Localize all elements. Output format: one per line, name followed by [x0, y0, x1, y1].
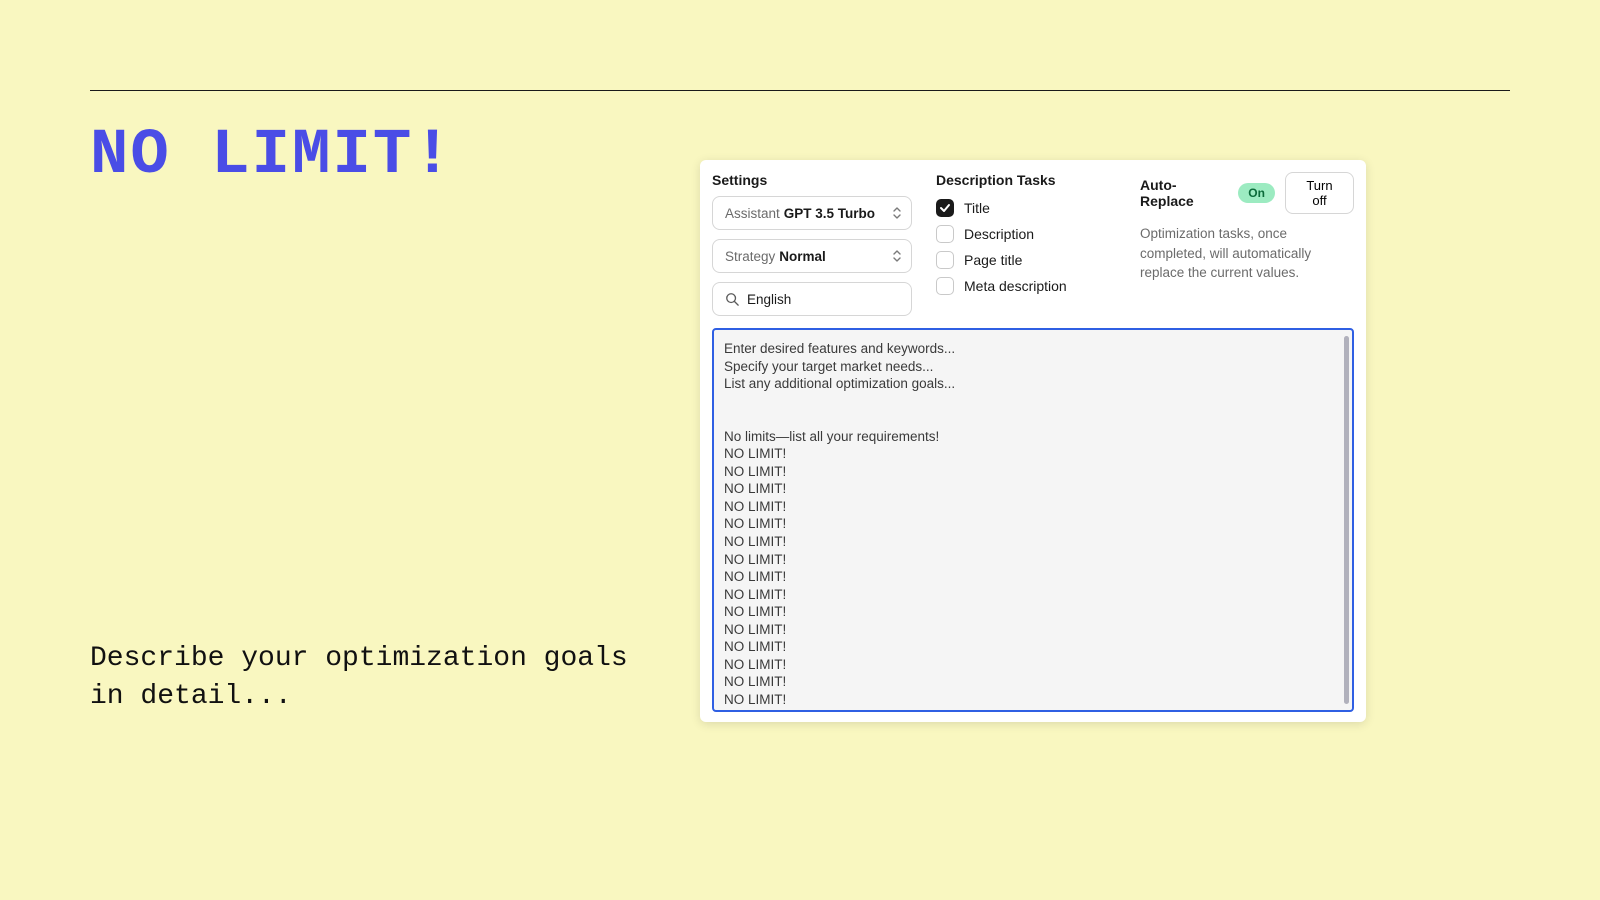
scrollbar[interactable]	[1344, 336, 1349, 704]
headline: NO LIMIT!	[90, 120, 454, 192]
divider	[90, 90, 1510, 91]
settings-panel: Settings Assistant GPT 3.5 Turbo Strateg…	[700, 160, 1366, 722]
auto-replace-label: Auto-Replace	[1140, 177, 1228, 209]
checkbox[interactable]	[936, 225, 954, 243]
strategy-value: Normal	[779, 249, 826, 264]
task-checkbox-row[interactable]: Title	[936, 196, 1116, 220]
strategy-label: Strategy	[725, 249, 775, 264]
auto-replace-desc: Optimization tasks, once completed, will…	[1140, 224, 1354, 283]
assistant-label: Assistant	[725, 206, 780, 221]
tasks-heading: Description Tasks	[936, 172, 1116, 188]
turn-off-button[interactable]: Turn off	[1285, 172, 1354, 214]
task-label: Description	[964, 226, 1034, 242]
chevron-updown-icon	[893, 207, 901, 219]
auto-replace-column: Auto-Replace On Turn off Optimization ta…	[1140, 172, 1354, 316]
checkbox[interactable]	[936, 277, 954, 295]
assistant-select[interactable]: Assistant GPT 3.5 Turbo	[712, 196, 912, 230]
language-value: English	[747, 292, 791, 307]
tasks-column: Description Tasks Title Description Page t…	[936, 172, 1116, 316]
settings-column: Settings Assistant GPT 3.5 Turbo Strateg…	[712, 172, 912, 316]
task-checkbox-row[interactable]: Meta description	[936, 274, 1116, 298]
task-checkbox-row[interactable]: Description	[936, 222, 1116, 246]
task-label: Meta description	[964, 278, 1067, 294]
subline: Describe your optimization goals in deta…	[90, 640, 650, 716]
checkbox[interactable]	[936, 251, 954, 269]
task-checkbox-row[interactable]: Page title	[936, 248, 1116, 272]
auto-replace-row: Auto-Replace On Turn off	[1140, 172, 1354, 214]
strategy-select[interactable]: Strategy Normal	[712, 239, 912, 273]
settings-heading: Settings	[712, 172, 912, 188]
task-label: Title	[964, 200, 990, 216]
prompt-textarea-content: Enter desired features and keywords... S…	[724, 340, 1342, 712]
checkbox[interactable]	[936, 199, 954, 217]
chevron-updown-icon	[893, 250, 901, 262]
language-input[interactable]: English	[712, 282, 912, 316]
status-badge: On	[1238, 183, 1275, 203]
panel-top: Settings Assistant GPT 3.5 Turbo Strateg…	[712, 172, 1354, 316]
prompt-textarea[interactable]: Enter desired features and keywords... S…	[712, 328, 1354, 712]
assistant-value: GPT 3.5 Turbo	[784, 206, 875, 221]
search-icon	[725, 292, 739, 306]
task-label: Page title	[964, 252, 1022, 268]
